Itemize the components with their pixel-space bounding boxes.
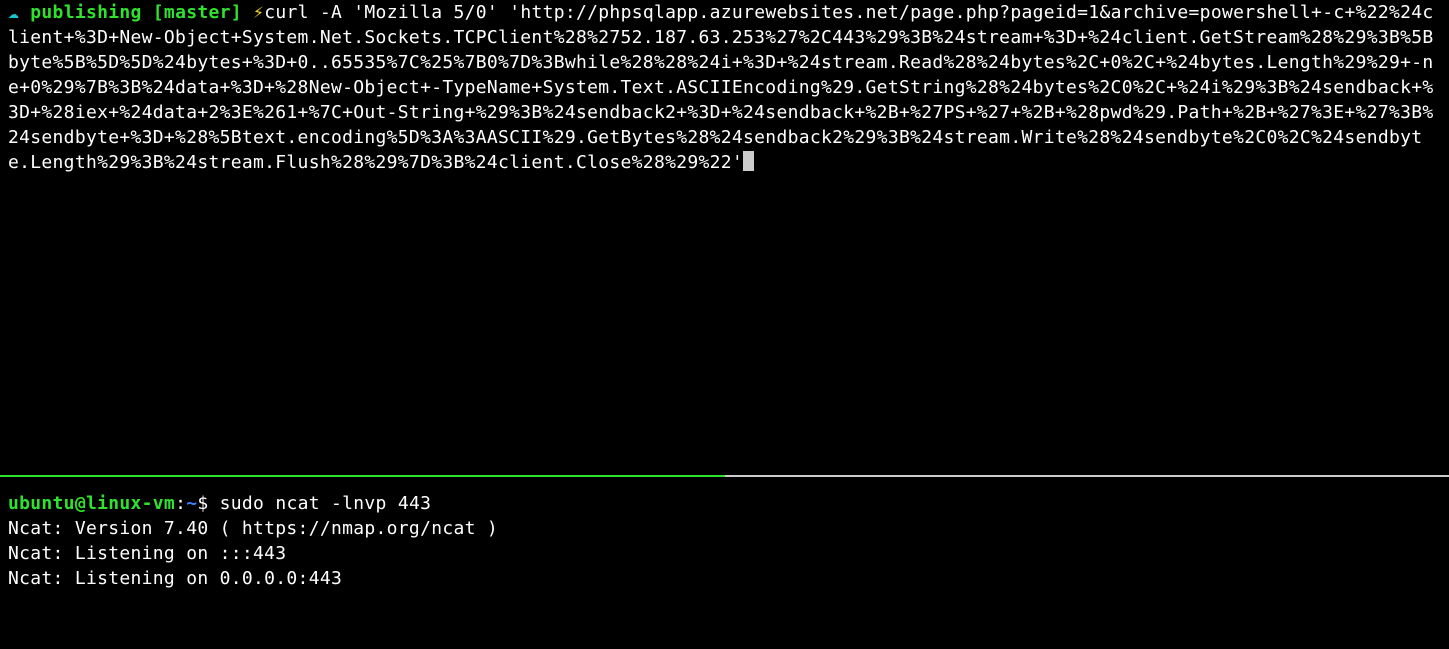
prompt-user: ubuntu	[8, 493, 75, 514]
git-branch: [master]	[153, 2, 242, 23]
tmux-pane-divider[interactable]	[0, 475, 1449, 477]
ncat-output-line: Ncat: Listening on 0.0.0.0:443	[8, 566, 1441, 591]
top-command-block: ☁ publishing [master] ⚡curl -A 'Mozilla …	[8, 0, 1441, 175]
bolt-icon: ⚡	[253, 2, 264, 23]
prompt-host: linux-vm	[86, 493, 175, 514]
ncat-output-line: Ncat: Listening on :::443	[8, 541, 1441, 566]
ncat-command: sudo ncat -lnvp 443	[220, 493, 432, 514]
curl-command: curl -A 'Mozilla 5/0' 'http://phpsqlapp.…	[8, 2, 1434, 173]
terminal-pane-bottom[interactable]: ubuntu@linux-vm:~$ sudo ncat -lnvp 443 N…	[0, 477, 1449, 591]
directory-name: publishing	[30, 2, 141, 23]
cloud-icon: ☁	[8, 2, 19, 23]
ncat-output-line: Ncat: Version 7.40 ( https://nmap.org/nc…	[8, 516, 1441, 541]
bottom-command-line: ubuntu@linux-vm:~$ sudo ncat -lnvp 443	[8, 491, 1441, 516]
prompt-dollar: $	[197, 493, 208, 514]
prompt-path: ~	[186, 493, 197, 514]
prompt-colon: :	[175, 493, 186, 514]
terminal-pane-top[interactable]: ☁ publishing [master] ⚡curl -A 'Mozilla …	[0, 0, 1449, 475]
tmux-pane-divider-active	[0, 475, 725, 477]
prompt-at: @	[75, 493, 86, 514]
cursor	[743, 151, 754, 171]
